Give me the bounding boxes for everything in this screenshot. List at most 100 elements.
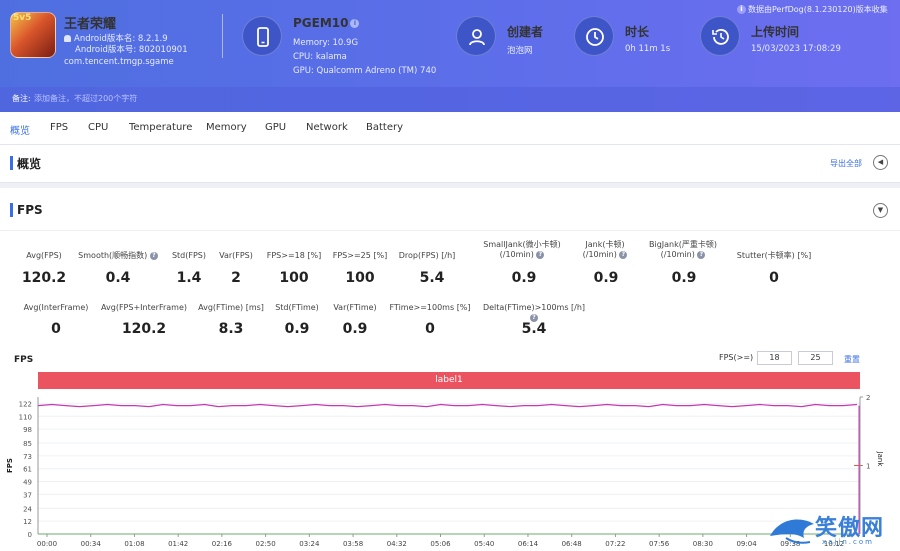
note-label: 备注: (12, 94, 31, 103)
device-name: PGEM10 i (293, 16, 360, 30)
y2-axis-label: Jank (876, 451, 884, 468)
x-tick-label: 04:32 (387, 540, 407, 548)
fps-max-input[interactable]: 25 (798, 351, 833, 365)
package-name: com.tencent.tmgp.sgame (64, 57, 174, 67)
tab-bar: 概览 FPS CPU Temperature Memory GPU Networ… (0, 112, 900, 145)
chevron-down-icon[interactable]: ▼ (873, 203, 888, 218)
overview-section (0, 145, 900, 183)
help-icon[interactable]: ? (619, 250, 628, 259)
stat-value: 0.9 (593, 270, 619, 286)
x-tick-label: 03:24 (299, 540, 320, 548)
stat-label: BigJank(严重卡顿) (/10min) ? (649, 240, 717, 259)
help-icon[interactable]: ? (149, 251, 158, 260)
tab-memory[interactable]: Memory (206, 122, 247, 133)
stat-label: Avg(InterFrame) (23, 303, 89, 312)
x-tick-label: 05:06 (430, 540, 451, 548)
reset-button[interactable]: 重置 (844, 354, 860, 365)
y-tick-label: 73 (23, 453, 32, 461)
stat-label: FPS>=18 [%] (266, 251, 322, 260)
y-tick-label: 122 (19, 400, 32, 408)
info-icon: i (737, 5, 746, 14)
stat-value: 0 (51, 321, 61, 337)
y-tick-label: 12 (23, 518, 32, 526)
fps-min-input[interactable]: 18 (757, 351, 792, 365)
tab-gpu[interactable]: GPU (265, 122, 286, 133)
export-all-button[interactable]: 导出全部 (830, 158, 862, 169)
y-tick-label: 110 (19, 413, 32, 421)
chevron-left-icon[interactable]: ◀ (873, 155, 888, 170)
device-cpu: CPU: kalama (293, 52, 347, 62)
x-tick-label: 06:48 (562, 540, 582, 548)
creator-title: 创建者 (507, 25, 544, 39)
x-tick-label: 01:08 (124, 540, 144, 548)
user-icon (456, 16, 496, 56)
tab-overview[interactable]: 概览 (10, 122, 30, 137)
x-tick-label: 09:04 (736, 540, 757, 548)
stat-label: Avg(FPS+InterFrame) (101, 303, 187, 312)
stat-value: 0 (425, 321, 435, 337)
x-tick-label: 05:40 (474, 540, 494, 548)
app-name: 王者荣耀 (64, 17, 117, 32)
tab-cpu[interactable]: CPU (88, 122, 108, 133)
device-info-icon[interactable]: i (350, 19, 360, 28)
creator-value: 泡泡网 (507, 46, 533, 56)
y-tick-label: 37 (23, 491, 32, 499)
x-tick-label: 00:34 (81, 540, 102, 548)
chart-title: FPS (14, 355, 34, 365)
app-icon: 5v5 (10, 12, 56, 58)
y-axis-label: FPS (6, 458, 14, 473)
duration-value: 0h 11m 1s (625, 44, 671, 54)
label-bar[interactable]: label1 (38, 372, 860, 389)
data-source-note: i 数据由PerfDog(8.1.230120)版本收集 (735, 4, 888, 15)
history-icon (700, 16, 740, 56)
phone-icon (242, 16, 282, 56)
stat-value: 0.9 (511, 270, 537, 286)
upload-time-title: 上传时间 (751, 25, 800, 39)
y-tick-label: 85 (23, 440, 32, 448)
note-input[interactable]: 添加备注，不超过200个字符 (34, 93, 137, 104)
fps-filter-label: FPS(>=) (719, 353, 754, 362)
upload-time-value: 15/03/2023 17:08:29 (751, 44, 841, 54)
stat-label: Drop(FPS) [/h] (398, 251, 456, 260)
fps-section-title: FPS (17, 203, 43, 217)
stat-value: 100 (279, 270, 309, 286)
stat-value: 8.3 (218, 321, 244, 337)
stat-label: Avg(FPS) (26, 251, 62, 260)
stat-value: 120.2 (121, 321, 167, 337)
stat-label: Std(FTime) (275, 303, 319, 312)
stat-value: 2 (231, 270, 241, 286)
x-tick-label: 02:50 (256, 540, 276, 548)
x-tick-label: 08:30 (693, 540, 713, 548)
stat-label: FPS>=25 [%] (332, 251, 388, 260)
y-tick-label: 98 (23, 426, 32, 434)
stat-label: Var(FPS) (219, 251, 253, 260)
fps-series-line (37, 403, 858, 408)
stat-label: Jank(卡顿) (/10min) ? (570, 240, 640, 260)
fps-line-chart[interactable]: 01224374961738598110122FPS Jank1200:00 00:… (0, 389, 900, 551)
divider (0, 230, 900, 231)
clock-icon (574, 16, 614, 56)
x-tick-label: 06:14 (518, 540, 539, 548)
x-tick-label: 07:22 (605, 540, 625, 548)
stat-label: Delta(FTime)>100ms [/h] ? (482, 303, 586, 322)
help-icon[interactable]: ? (536, 250, 545, 259)
fps-marker (10, 203, 13, 217)
stat-value: 120.2 (21, 270, 67, 286)
help-icon[interactable]: ? (697, 250, 706, 259)
android-icon (64, 35, 71, 42)
device-gpu: GPU: Qualcomm Adreno (TM) 740 (293, 66, 437, 76)
watermark-url: xajjn.com (822, 538, 874, 546)
tab-network[interactable]: Network (306, 122, 348, 133)
y2-tick-label: 1 (866, 463, 870, 471)
y-tick-label: 61 (23, 466, 32, 474)
stat-value: 0.4 (105, 270, 131, 286)
x-tick-label: 01:42 (168, 540, 188, 548)
stat-value: 0.9 (342, 321, 368, 337)
tab-fps[interactable]: FPS (50, 122, 68, 133)
tab-battery[interactable]: Battery (366, 122, 403, 133)
stat-value: 100 (345, 270, 375, 286)
stat-label: Avg(FTime) [ms] (198, 303, 264, 312)
stat-value: 0.9 (284, 321, 310, 337)
android-version-code: Android版本号: 802010901 (75, 45, 188, 55)
tab-temperature[interactable]: Temperature (129, 122, 192, 133)
